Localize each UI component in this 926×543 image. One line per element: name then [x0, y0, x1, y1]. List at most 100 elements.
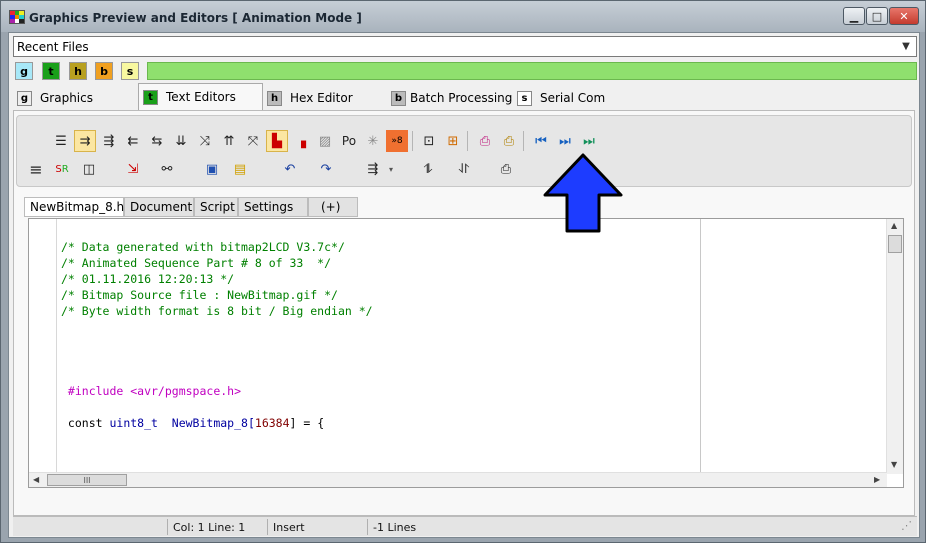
center-icon[interactable]: ⊡	[418, 130, 440, 152]
maximize-button[interactable]: □	[866, 7, 888, 25]
toolbar-area: ☰ ⇉ ⇶ ⇇ ⇆ ⇊ ⤨ ⇈ ⤧ ▙ ▗ ▨ Po ✳ »8 ⊡ ⊞ ⎙ ⎙ …	[16, 115, 912, 187]
toolbar-separator	[467, 131, 468, 151]
vertical-scroll-thumb[interactable]	[888, 235, 902, 253]
split-view-icon[interactable]: ◫	[78, 158, 100, 180]
tab-graphics-label: Graphics	[40, 91, 93, 105]
tab-batch-processing[interactable]: b Batch Processing	[391, 86, 517, 110]
first-frame-icon[interactable]: ⏮	[530, 130, 552, 152]
recent-files-value: Recent Files	[17, 40, 89, 54]
shift-left-icon[interactable]: ⇇	[122, 130, 144, 152]
chart-icon[interactable]: ▨	[314, 130, 336, 152]
resize-grip-icon[interactable]: ⋰	[901, 519, 912, 532]
resize-icon[interactable]: ⊞	[442, 130, 464, 152]
binoculars-icon[interactable]: ⚯	[156, 158, 178, 180]
code-editor[interactable]: /* Data generated with bitmap2LCD V3.7c*…	[28, 218, 904, 488]
vertical-scrollbar[interactable]: ▲ ▼	[886, 219, 903, 474]
tab-serial-com-icon: s	[517, 90, 532, 106]
print-preview-icon[interactable]: ⎙	[474, 130, 496, 152]
code-line: /* Byte width format is 8 bit / Big endi…	[61, 304, 373, 318]
shift-right-double-icon[interactable]: ⇶	[98, 130, 120, 152]
mirror-icon[interactable]: ⤧	[242, 130, 264, 152]
code-line: /* 01.11.2016 12:20:13 */	[61, 272, 235, 286]
shift-right-icon[interactable]: ⇉	[74, 130, 96, 152]
status-position: Col: 1 Line: 1	[173, 521, 246, 534]
status-divider	[167, 519, 168, 535]
tab-graphics-icon: g	[17, 90, 32, 106]
tab-text-editors-label: Text Editors	[166, 90, 236, 104]
window-title: Graphics Preview and Editors [ Animation…	[29, 11, 362, 25]
status-divider	[367, 519, 368, 535]
mode-chip-text[interactable]: t	[42, 62, 60, 80]
close-button[interactable]: ✕	[889, 7, 919, 25]
chevron-down-icon[interactable]: ▼	[898, 38, 914, 55]
mode-chip-graphics[interactable]: g	[15, 62, 33, 80]
frame-counter-badge[interactable]: »8	[386, 130, 408, 152]
doc-tab-settings[interactable]: Settings	[238, 197, 308, 217]
main-tabs: g Graphics t Text Editors h Hex Editor b…	[9, 82, 919, 110]
app-icon	[9, 10, 25, 24]
po-button[interactable]: Po	[338, 130, 360, 152]
include-header: <avr/pgmspace.h>	[123, 384, 242, 398]
hamburger-menu-icon[interactable]: ≡	[25, 158, 47, 180]
tab-text-editors[interactable]: t Text Editors	[138, 83, 263, 110]
right-margin-line	[700, 219, 701, 474]
toolbar-row-1: ☰ ⇉ ⇶ ⇇ ⇆ ⇊ ⤨ ⇈ ⤧ ▙ ▗ ▨ Po ✳ »8 ⊡ ⊞ ⎙ ⎙ …	[17, 130, 911, 154]
save-all-icon[interactable]: ▤	[229, 158, 251, 180]
bar-small-icon[interactable]: ▗	[290, 130, 312, 152]
client-area: Recent Files ▼ g t h b s g Graphics t Te…	[8, 32, 920, 538]
swap-horizontal-icon[interactable]: ⇆	[146, 130, 168, 152]
doc-tab-add[interactable]: (+)	[308, 197, 358, 217]
next-frame-icon[interactable]: ⏭	[554, 130, 576, 152]
sort-ascending-icon[interactable]: ⥮	[417, 158, 439, 180]
scroll-up-icon[interactable]: ▲	[891, 221, 897, 230]
format-dropdown-icon[interactable]: ▾	[380, 158, 402, 180]
rotate-icon[interactable]: ⤨	[194, 130, 216, 152]
print-icon[interactable]: ⎙	[498, 130, 520, 152]
redo-icon[interactable]: ↷	[315, 158, 337, 180]
main-window: Graphics Preview and Editors [ Animation…	[0, 0, 926, 543]
doc-tab-script[interactable]: Script	[194, 197, 238, 217]
shift-up-icon[interactable]: ⇈	[218, 130, 240, 152]
bar-graph-icon[interactable]: ▙	[266, 130, 288, 152]
toolbar-row-2: ≡ SR ◫ ⇲ ⚯ ▣ ▤ ↶ ↷ ⇶ ▾ ⥮ ⥯ ⎙	[17, 158, 911, 182]
printer-icon[interactable]: ⎙	[495, 158, 517, 180]
tab-batch-processing-icon: b	[391, 90, 406, 106]
scroll-down-icon[interactable]: ▼	[891, 460, 897, 469]
doc-tab-document[interactable]: Document	[124, 197, 194, 217]
tab-hex-editor-label: Hex Editor	[290, 91, 353, 105]
scroll-right-icon[interactable]: ▶	[874, 475, 880, 484]
sort-descending-icon[interactable]: ⥯	[453, 158, 475, 180]
decl-type: uint8_t	[109, 416, 158, 430]
text-editor-panel: ☰ ⇉ ⇶ ⇇ ⇆ ⇊ ⤨ ⇈ ⤧ ▙ ▗ ▨ Po ✳ »8 ⊡ ⊞ ⎙ ⎙ …	[13, 110, 915, 516]
last-frame-icon[interactable]: ⏭	[578, 130, 600, 152]
shift-down-icon[interactable]: ⇊	[170, 130, 192, 152]
tab-graphics[interactable]: g Graphics	[17, 86, 137, 110]
import-icon[interactable]: ⇲	[122, 158, 144, 180]
save-icon[interactable]: ▣	[201, 158, 223, 180]
decl-name: NewBitmap_8	[157, 416, 248, 430]
title-bar[interactable]: Graphics Preview and Editors [ Animation…	[1, 1, 925, 32]
mode-bar: g t h b s	[13, 60, 917, 82]
decl-size: 16384	[254, 416, 290, 430]
search-replace-icon[interactable]: SR	[51, 158, 73, 180]
mode-chip-hex[interactable]: h	[69, 62, 87, 80]
code-content[interactable]: /* Data generated with bitmap2LCD V3.7c*…	[61, 223, 373, 447]
status-progress-bar	[147, 62, 917, 80]
toolbar-separator	[412, 131, 413, 151]
asterisk-icon[interactable]: ✳	[362, 130, 384, 152]
mode-chip-batch[interactable]: b	[95, 62, 113, 80]
recent-files-select[interactable]: Recent Files ▼	[13, 36, 917, 57]
horizontal-scroll-thumb[interactable]: III	[47, 474, 127, 486]
mode-chip-serial[interactable]: s	[121, 62, 139, 80]
undo-icon[interactable]: ↶	[279, 158, 301, 180]
decl-rest: ] = {	[289, 416, 325, 430]
horizontal-scrollbar[interactable]: ◀ III ▶	[29, 472, 887, 487]
tab-batch-processing-label: Batch Processing	[410, 91, 513, 105]
doc-tab-file[interactable]: NewBitmap_8.h	[24, 197, 124, 217]
minimize-button[interactable]: ▁	[843, 7, 865, 25]
tab-hex-editor[interactable]: h Hex Editor	[267, 86, 387, 110]
list-numbered-icon[interactable]: ☰	[50, 130, 72, 152]
status-bar: Col: 1 Line: 1 Insert -1 Lines ⋰	[13, 516, 917, 536]
tab-serial-com[interactable]: s Serial Com	[517, 86, 617, 110]
scroll-left-icon[interactable]: ◀	[33, 475, 39, 484]
